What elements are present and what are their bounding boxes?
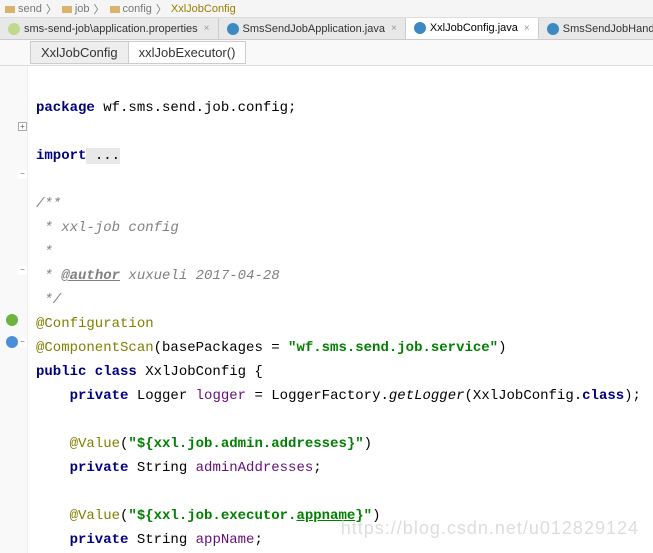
close-icon[interactable]: × [391, 23, 397, 34]
code-line: * xxl-job config [36, 220, 179, 236]
java-class-icon [414, 22, 426, 34]
tab-label: XxlJobConfig.java [430, 22, 518, 34]
code-line: private String appName; [36, 532, 263, 548]
java-class-icon [227, 23, 239, 35]
editor-tabs: sms-send-job\application.properties × Sms… [0, 18, 653, 40]
folder-icon [61, 3, 73, 15]
tab-sms-send-handler[interactable]: SmsSendJobHandler.java× [539, 18, 653, 39]
folder-icon [109, 3, 121, 15]
code-line: private Logger logger = LoggerFactory.ge… [36, 388, 641, 404]
crumb-sep: 〉 [46, 1, 57, 17]
code-area[interactable]: package wf.sms.send.job.config; import .… [28, 66, 653, 553]
close-icon[interactable]: × [524, 23, 530, 34]
code-line: * [36, 244, 53, 260]
crumb-sep: 〉 [156, 1, 167, 17]
code-line: @Configuration [36, 316, 154, 332]
spring-bean-icon [4, 334, 20, 350]
spring-bean-icon [4, 312, 20, 328]
tab-sms-send-app[interactable]: SmsSendJobApplication.java × [219, 18, 406, 39]
tab-label: SmsSendJobApplication.java [243, 23, 385, 35]
code-line: private String adminAddresses; [36, 460, 322, 476]
code-line: @ComponentScan(basePackages = "wf.sms.se… [36, 340, 507, 356]
code-line: package wf.sms.send.job.config; [36, 100, 296, 116]
structure-path: XxlJobConfig xxlJobExecutor() [0, 40, 653, 66]
tab-label: SmsSendJobHandler.java [563, 23, 653, 35]
path-method[interactable]: xxlJobExecutor() [128, 41, 247, 64]
tab-xxljobconfig[interactable]: XxlJobConfig.java × [406, 18, 539, 39]
code-line: /** [36, 196, 61, 212]
tab-app-properties[interactable]: sms-send-job\application.properties × [0, 18, 219, 39]
path-class[interactable]: XxlJobConfig [30, 41, 129, 64]
properties-icon [8, 23, 20, 35]
breadcrumb: send 〉 job 〉 config 〉 XxlJobConfig [0, 0, 653, 18]
folder-icon [4, 3, 16, 15]
crumb-class[interactable]: XxlJobConfig [167, 3, 240, 15]
editor: + − − − package wf.sms.send.job.config; … [0, 66, 653, 553]
close-icon[interactable]: × [204, 23, 210, 34]
crumb-config[interactable]: config [105, 3, 156, 15]
code-line: */ [36, 292, 61, 308]
java-class-icon [547, 23, 559, 35]
code-line: import ... [36, 148, 120, 164]
fold-icon[interactable]: + [18, 122, 27, 131]
gutter: + − − − [0, 66, 28, 553]
code-line: @Value("${xxl.job.executor.appname}") [36, 508, 380, 524]
crumb-send[interactable]: send [0, 3, 46, 15]
crumb-job[interactable]: job [57, 3, 94, 15]
crumb-sep: 〉 [94, 1, 105, 17]
fold-icon[interactable]: − [18, 170, 27, 179]
tab-label: sms-send-job\application.properties [24, 23, 198, 35]
code-line: @Value("${xxl.job.admin.addresses}") [36, 436, 372, 452]
fold-icon[interactable]: − [18, 266, 27, 275]
code-line: * @author xuxueli 2017-04-28 [36, 268, 280, 284]
code-line: public class XxlJobConfig { [36, 364, 263, 380]
